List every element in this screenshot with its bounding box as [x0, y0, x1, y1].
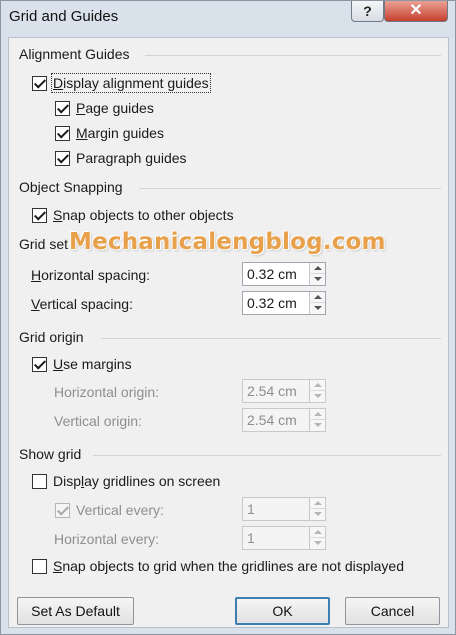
- spin-up-icon: [309, 409, 325, 420]
- paragraph-guides-checkbox[interactable]: [55, 150, 70, 166]
- spin-down-icon: [309, 509, 325, 520]
- horizontal-origin-spinner: 2.54 cm: [242, 379, 326, 403]
- use-margins-checkbox[interactable]: [32, 356, 47, 372]
- spin-up-icon: [309, 527, 325, 538]
- display-alignment-guides-checkbox[interactable]: [32, 75, 47, 91]
- use-margins-label: Use margins: [53, 356, 132, 372]
- ok-button[interactable]: OK: [235, 597, 330, 625]
- show-grid-header: Show grid: [19, 446, 82, 462]
- cancel-button[interactable]: Cancel: [345, 597, 440, 625]
- grid-and-guides-dialog: Grid and Guides ? ✕ Alignment Guides Dis…: [0, 0, 456, 635]
- vertical-every-spinner: 1: [242, 497, 326, 521]
- display-gridlines-checkbox[interactable]: [32, 473, 47, 489]
- spin-up-icon[interactable]: [309, 292, 325, 303]
- title-bar[interactable]: Grid and Guides ? ✕: [1, 1, 455, 37]
- grid-settings-header: Grid set: [19, 236, 69, 252]
- horizontal-every-value: 1: [247, 530, 255, 546]
- display-gridlines-label: Display gridlines on screen: [53, 473, 221, 489]
- alignment-guides-header: Alignment Guides: [19, 46, 130, 62]
- horizontal-every-spinner: 1: [242, 526, 326, 550]
- horizontal-spacing-label: Horizontal spacing:: [31, 267, 151, 283]
- dialog-title: Grid and Guides: [9, 8, 119, 25]
- vertical-every-value: 1: [247, 501, 255, 517]
- page-guides-label: Page guides: [76, 100, 154, 116]
- spin-down-icon: [309, 391, 325, 402]
- snap-objects-label: Snap objects to other objects: [53, 207, 234, 223]
- snap-objects-checkbox[interactable]: [32, 207, 47, 223]
- display-alignment-guides-label: Display alignment guides: [51, 73, 211, 93]
- close-button[interactable]: ✕: [384, 1, 448, 22]
- group-divider: [145, 55, 441, 56]
- snap-objects-option[interactable]: Snap objects to other objects: [32, 207, 234, 223]
- spin-up-icon[interactable]: [309, 263, 325, 274]
- set-as-default-button[interactable]: Set As Default: [17, 597, 134, 625]
- spin-up-icon: [309, 498, 325, 509]
- margin-guides-option[interactable]: Margin guides: [55, 125, 164, 141]
- snap-to-grid-option[interactable]: Snap objects to grid when the gridlines …: [32, 558, 404, 574]
- vertical-origin-spinner: 2.54 cm: [242, 408, 326, 432]
- spin-down-icon[interactable]: [309, 274, 325, 285]
- spin-down-icon: [309, 538, 325, 549]
- group-divider: [139, 188, 441, 189]
- snap-to-grid-label: Snap objects to grid when the gridlines …: [53, 558, 405, 574]
- watermark: Mechanicalengblog.com: [69, 229, 386, 255]
- vertical-every-label: Vertical every:: [76, 502, 164, 518]
- dialog-body: Alignment Guides Display alignment guide…: [8, 37, 449, 628]
- vertical-spacing-spinner[interactable]: 0.32 cm: [242, 291, 326, 315]
- horizontal-origin-label: Horizontal origin:: [54, 384, 160, 400]
- horizontal-origin-value: 2.54 cm: [247, 383, 297, 399]
- group-divider: [93, 455, 441, 456]
- page-guides-checkbox[interactable]: [55, 100, 70, 116]
- paragraph-guides-label: Paragraph guides: [76, 150, 187, 166]
- spin-up-icon: [309, 380, 325, 391]
- display-alignment-guides-option[interactable]: Display alignment guides: [32, 73, 211, 93]
- spin-down-icon[interactable]: [309, 303, 325, 314]
- page-guides-option[interactable]: Page guides: [55, 100, 154, 116]
- display-gridlines-option[interactable]: Display gridlines on screen: [32, 473, 220, 489]
- margin-guides-checkbox[interactable]: [55, 125, 70, 141]
- horizontal-spacing-spinner[interactable]: 0.32 cm: [242, 262, 326, 286]
- help-button[interactable]: ?: [351, 1, 384, 22]
- margin-guides-label: Margin guides: [76, 125, 164, 141]
- vertical-spacing-value[interactable]: 0.32 cm: [247, 295, 297, 311]
- group-divider: [101, 338, 441, 339]
- snap-to-grid-checkbox[interactable]: [32, 558, 47, 574]
- use-margins-option[interactable]: Use margins: [32, 356, 132, 372]
- paragraph-guides-option[interactable]: Paragraph guides: [55, 150, 187, 166]
- vertical-every-checkbox: [55, 502, 70, 518]
- grid-origin-header: Grid origin: [19, 329, 84, 345]
- vertical-origin-label: Vertical origin:: [54, 413, 142, 429]
- vertical-spacing-label: Vertical spacing:: [31, 296, 133, 312]
- horizontal-spacing-value[interactable]: 0.32 cm: [247, 266, 297, 282]
- horizontal-every-label: Horizontal every:: [54, 531, 160, 547]
- object-snapping-header: Object Snapping: [19, 179, 123, 195]
- vertical-origin-value: 2.54 cm: [247, 412, 297, 428]
- spin-down-icon: [309, 420, 325, 431]
- vertical-every-option: Vertical every:: [55, 502, 164, 518]
